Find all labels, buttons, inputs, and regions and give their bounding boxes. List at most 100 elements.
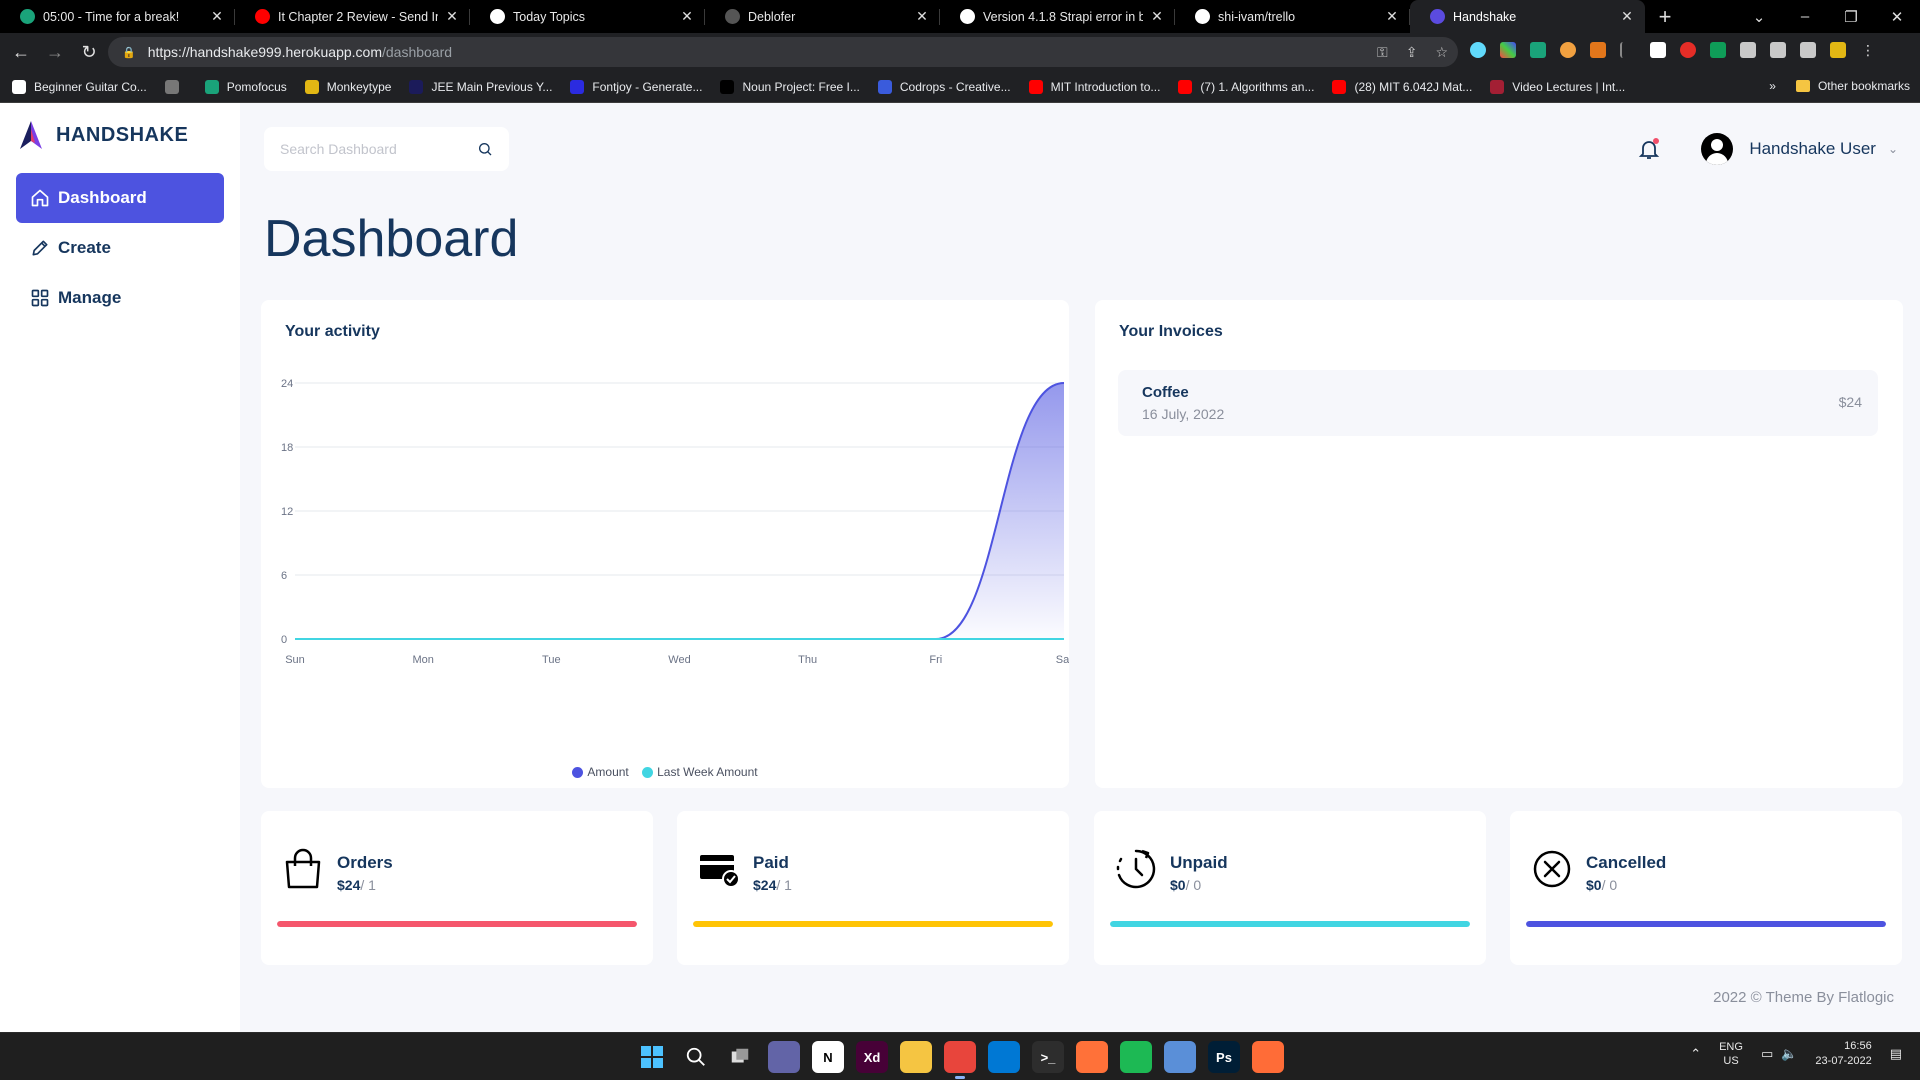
extension-icon[interactable] (1830, 42, 1846, 58)
teams-chat-icon[interactable] (768, 1041, 800, 1073)
star-icon[interactable]: ☆ (1435, 44, 1448, 61)
search-icon[interactable] (477, 141, 493, 157)
vscode-icon[interactable] (988, 1041, 1020, 1073)
avatar[interactable] (1701, 133, 1734, 165)
react-devtools-icon[interactable] (1470, 42, 1486, 58)
postman-icon[interactable] (1252, 1041, 1284, 1073)
stat-value: $0/ 0 (1586, 877, 1617, 893)
logo[interactable]: HANDSHAKE (20, 121, 188, 149)
adobe-xd-icon[interactable]: Xd (856, 1041, 888, 1073)
browser-tab[interactable]: Today Topics ✕ (470, 0, 705, 33)
y-tick-label: 24 (281, 378, 293, 390)
reload-button[interactable]: ↻ (76, 42, 102, 63)
reading-list-icon[interactable] (1770, 42, 1786, 58)
y-tick-label: 12 (281, 506, 293, 518)
forward-button[interactable]: → (42, 42, 68, 63)
x-tick-label: Wed (668, 654, 690, 666)
bookmark-item[interactable]: (28) MIT 6.042J Mat... (1332, 79, 1472, 94)
stat-progress (277, 921, 637, 927)
file-explorer-icon[interactable] (900, 1041, 932, 1073)
terminal-icon[interactable]: >_ (1032, 1041, 1064, 1073)
youtube-extension-icon[interactable] (1680, 42, 1696, 58)
start-icon[interactable] (636, 1041, 668, 1073)
puzzle-icon[interactable] (1740, 42, 1756, 58)
extension-icon[interactable] (1650, 42, 1666, 58)
legend-label: Amount (587, 765, 629, 779)
sidebar-item-dashboard[interactable]: Dashboard (16, 173, 224, 223)
bookmarks-overflow-button[interactable]: » (1769, 79, 1776, 93)
bookmark-item[interactable]: Beginner Guitar Co... (12, 79, 147, 94)
bookmark-item[interactable]: MIT Introduction to... (1028, 79, 1160, 94)
close-window-button[interactable]: ✕ (1874, 8, 1920, 26)
language-indicator[interactable]: ENG US (1719, 1040, 1743, 1068)
footer-credit[interactable]: 2022 © Theme By Flatlogic (1713, 989, 1894, 1006)
network-icon[interactable]: ▭ (1761, 1046, 1773, 1062)
chevron-up-icon[interactable]: ⌃ (1690, 1046, 1701, 1062)
more-icon[interactable]: ⋮ (1860, 42, 1876, 58)
legend-item-amount[interactable]: Amount (572, 765, 629, 779)
invoice-item[interactable]: Coffee 16 July, 2022 $24 (1118, 370, 1878, 436)
bookmark-item[interactable]: Codrops - Creative... (877, 79, 1011, 94)
close-icon[interactable]: ✕ (1149, 8, 1165, 25)
side-panel-icon[interactable] (1800, 42, 1816, 58)
bookmark-item[interactable]: Fontjoy - Generate... (570, 79, 702, 94)
new-tab-button[interactable]: + (1645, 0, 1685, 33)
chevron-down-icon[interactable]: ⌄ (1888, 142, 1898, 156)
metamask-icon[interactable] (1590, 42, 1606, 58)
search-input[interactable] (280, 141, 470, 157)
close-icon[interactable]: ✕ (209, 8, 225, 25)
lock-icon[interactable]: 🔒 (122, 46, 136, 59)
other-bookmarks-link[interactable]: Other bookmarks (1818, 79, 1910, 93)
back-button[interactable]: ← (8, 42, 34, 63)
extension-icon[interactable] (1530, 42, 1546, 58)
github-icon (1195, 9, 1210, 24)
sidebar-item-create[interactable]: Create (16, 223, 224, 273)
clock[interactable]: 16:56 23-07-2022 (1815, 1039, 1871, 1069)
bookmark-item[interactable] (164, 79, 187, 94)
url-text[interactable]: https://handshake999.herokuapp.com/dashb… (148, 44, 452, 60)
bookmark-favicon-icon (304, 79, 319, 94)
close-icon[interactable]: ✕ (914, 8, 930, 25)
close-icon[interactable]: ✕ (1384, 8, 1400, 25)
user-name[interactable]: Handshake User (1749, 139, 1876, 159)
legend-item-last-week-amount[interactable]: Last Week Amount (642, 765, 758, 779)
photoshop-icon[interactable]: Ps (1208, 1041, 1240, 1073)
share-icon[interactable]: ⇪ (1406, 44, 1418, 61)
notification-center-icon[interactable]: ▤ (1890, 1046, 1902, 1062)
firefox-icon[interactable] (1076, 1041, 1108, 1073)
bookmark-item[interactable]: Monkeytype (304, 79, 391, 94)
photos-icon[interactable] (1164, 1041, 1196, 1073)
notion-icon[interactable]: N (812, 1041, 844, 1073)
tab-search-icon[interactable]: ⌄ (1736, 8, 1782, 26)
browser-tab[interactable]: Deblofer ✕ (705, 0, 940, 33)
bookmark-item[interactable]: Noun Project: Free I... (720, 79, 860, 94)
volume-icon[interactable]: 🔈 (1781, 1046, 1797, 1062)
browser-tab[interactable]: Handshake ✕ (1410, 0, 1645, 33)
bookmark-item[interactable]: (7) 1. Algorithms an... (1178, 79, 1314, 94)
sidebar-item-manage[interactable]: Manage (16, 273, 224, 323)
color-picker-icon[interactable] (1500, 42, 1516, 58)
browser-tab[interactable]: 05:00 - Time for a break! ✕ (0, 0, 235, 33)
minimize-button[interactable]: – (1782, 8, 1828, 25)
bookmark-item[interactable]: Video Lectures | Int... (1490, 79, 1625, 94)
address-bar[interactable]: 🔒 https://handshake999.herokuapp.com/das… (108, 37, 1458, 67)
key-icon[interactable]: ⚿ (1377, 44, 1388, 61)
browser-tab[interactable]: shi-ivam/trello ✕ (1175, 0, 1410, 33)
bookmark-item[interactable]: Pomofocus (204, 79, 287, 94)
spotify-icon[interactable] (1120, 1041, 1152, 1073)
extension-icon[interactable] (1710, 42, 1726, 58)
search-icon[interactable] (680, 1041, 712, 1073)
notifications-button[interactable] (1637, 137, 1661, 161)
browser-tab[interactable]: Version 4.1.8 Strapi error in build ✕ (940, 0, 1175, 33)
stat-progress (1110, 921, 1470, 927)
restore-button[interactable]: ❐ (1828, 8, 1874, 26)
bookmark-item[interactable]: JEE Main Previous Y... (409, 79, 552, 94)
region-code: US (1723, 1055, 1739, 1067)
close-icon[interactable]: ✕ (1619, 8, 1635, 25)
chrome-icon[interactable] (944, 1041, 976, 1079)
browser-tab[interactable]: It Chapter 2 Review - Send In Th ✕ (235, 0, 470, 33)
extension-icon[interactable] (1560, 42, 1576, 58)
task-view-icon[interactable] (724, 1041, 756, 1073)
close-icon[interactable]: ✕ (444, 8, 460, 25)
close-icon[interactable]: ✕ (679, 8, 695, 25)
